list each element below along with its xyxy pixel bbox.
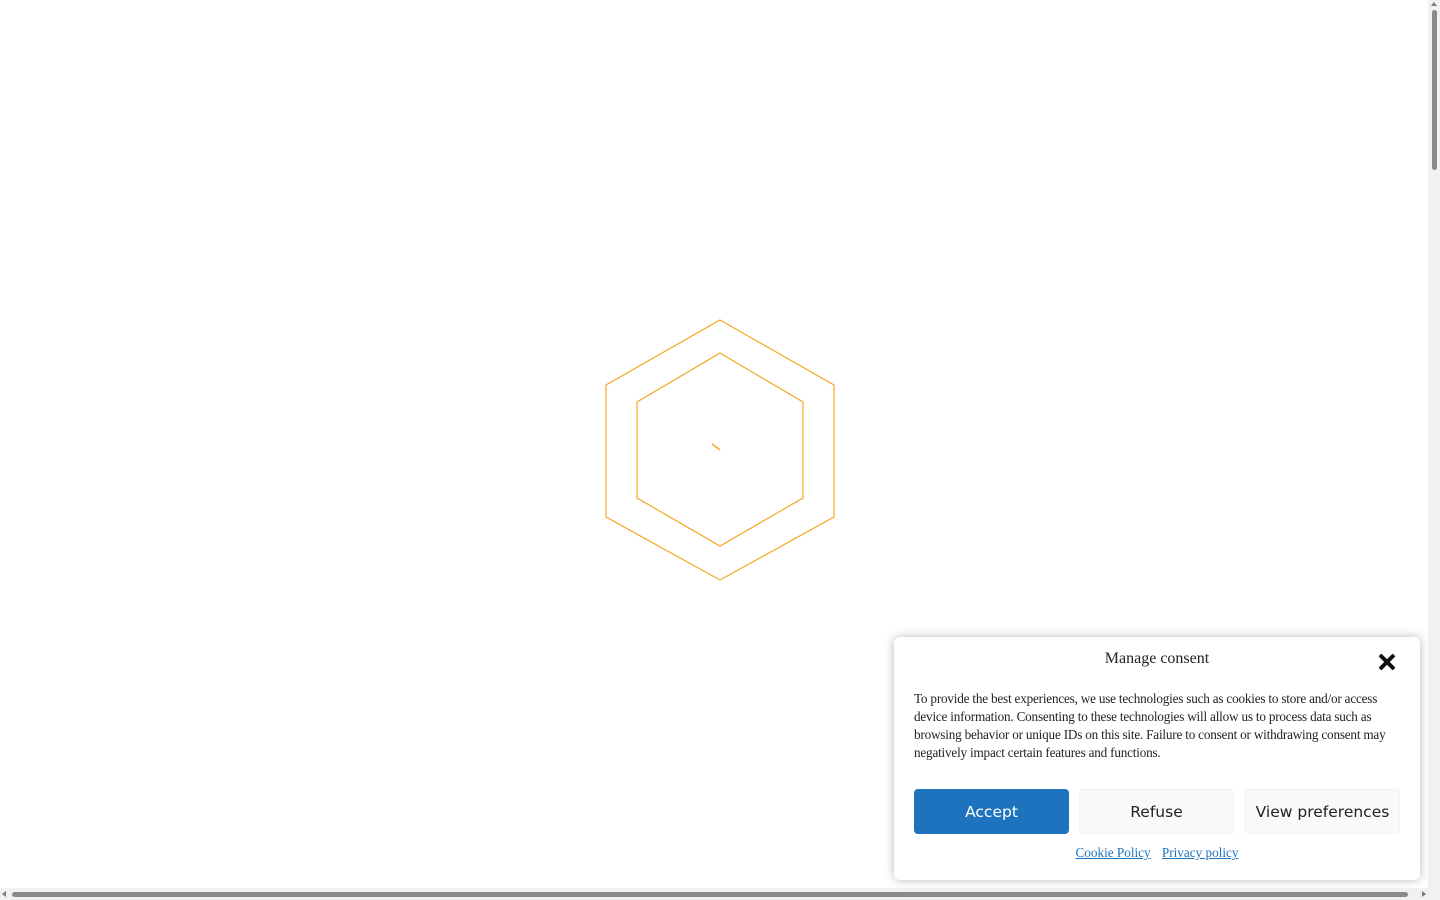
scroll-up-icon[interactable] [1431,2,1437,6]
consent-message: To provide the best experiences, we use … [914,691,1386,760]
refuse-button[interactable]: Refuse [1079,789,1234,834]
consent-dialog: Manage consent To provide the best exper… [894,637,1420,880]
cookie-policy-link[interactable]: Cookie Policy [1076,845,1151,860]
consent-links: Cookie Policy Privacy policy [894,845,1420,861]
horizontal-scrollbar[interactable] [0,888,1428,900]
loader-spinner-tick [711,443,721,451]
scrollbar-corner [1428,888,1440,900]
scroll-right-icon[interactable] [1422,891,1426,897]
vertical-scrollbar[interactable] [1428,0,1440,888]
hexagon-loader-icon [605,319,835,581]
view-preferences-button[interactable]: View preferences [1245,789,1400,834]
vertical-scrollbar-thumb[interactable] [1432,10,1437,170]
privacy-policy-link[interactable]: Privacy policy [1162,845,1239,860]
horizontal-scrollbar-thumb[interactable] [12,892,1408,897]
close-icon[interactable] [1378,653,1396,671]
scroll-left-icon[interactable] [2,891,6,897]
consent-title: Manage consent [1104,650,1210,667]
accept-button[interactable]: Accept [914,789,1069,834]
